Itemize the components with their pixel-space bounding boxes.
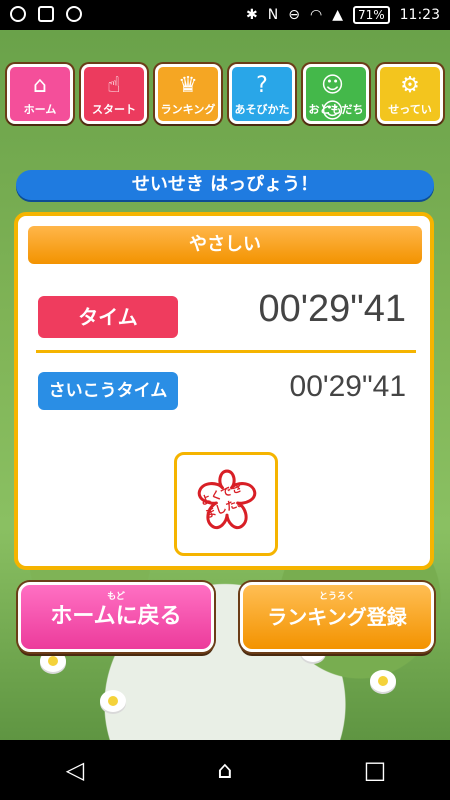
ranking-register-label: ランキング登録 <box>267 605 407 629</box>
menu-start-label: スタート <box>92 103 136 116</box>
menu-howto-button[interactable]: ? あそびかた <box>229 64 295 124</box>
divider <box>36 350 416 353</box>
back-icon[interactable]: ◁ <box>55 750 95 790</box>
ranking-register-ruby: とうろく <box>318 592 355 602</box>
results-panel: やさしい タイム 00'29"41 さいこうタイム 00'29"41 よくできま… <box>14 212 434 570</box>
return-home-button[interactable]: もど ホームに戻る <box>18 582 214 652</box>
time-badge: タイム <box>38 296 178 338</box>
menu-howto-label: あそびかた <box>234 103 290 116</box>
daisy-decoration <box>40 650 66 672</box>
ranking-register-button[interactable]: とうろく ランキング登録 <box>240 582 434 652</box>
bluetooth-icon: ✱ <box>246 7 258 23</box>
home-icon[interactable]: ⌂ <box>205 750 245 790</box>
menu-settings-button[interactable]: ⚙ せってい <box>377 64 443 124</box>
menu-ranking-label: ランキング <box>160 103 216 116</box>
android-nav-bar: ◁ ⌂ □ <box>0 740 450 800</box>
difficulty-label: やさしい <box>28 226 422 264</box>
crown-icon: ♛ <box>178 73 198 98</box>
status-bar: ✱ N ⊖ ◠ ▲ 71% 11:23 <box>0 0 450 30</box>
daisy-decoration <box>370 670 396 692</box>
best-time-badge: さいこうタイム <box>38 372 178 410</box>
question-icon: ? <box>256 73 268 98</box>
game-screen: ⌂ ホーム ☝ スタート ♛ ランキング ? あそびかた ☺☺ おともだち ⚙ … <box>0 30 450 740</box>
wifi-icon: ◠ <box>309 7 323 23</box>
nfc-icon: N <box>267 7 279 23</box>
clock: 11:23 <box>399 7 440 23</box>
daisy-decoration <box>100 690 126 712</box>
return-home-label: ホームに戻る <box>50 604 182 629</box>
menu-friends-button[interactable]: ☺☺ おともだち <box>303 64 369 124</box>
best-time-value: 00'29"41 <box>289 370 406 403</box>
hand-pointer-icon: ☝ <box>107 73 121 98</box>
house-icon: ⌂ <box>33 73 47 98</box>
menu-home-label: ホーム <box>23 103 57 116</box>
time-value: 00'29"41 <box>258 288 406 330</box>
menu-home-button[interactable]: ⌂ ホーム <box>7 64 73 124</box>
shield-icon <box>66 6 82 22</box>
gear-icon: ⚙ <box>400 73 420 98</box>
image-icon <box>38 6 54 22</box>
battery-indicator: 71% <box>352 6 390 24</box>
stamp: よくできました。 <box>174 452 278 556</box>
menu-ranking-button[interactable]: ♛ ランキング <box>155 64 221 124</box>
results-title: せいせき はっぴょう！ <box>16 170 434 200</box>
menu-friends-label: おともだち <box>308 103 364 116</box>
cell-signal-icon: ▲ <box>332 7 343 23</box>
friends-icon: ☺☺ <box>321 73 344 124</box>
menu-start-button[interactable]: ☝ スタート <box>81 64 147 124</box>
return-home-ruby: もど <box>107 592 125 602</box>
signal-icon <box>10 6 26 22</box>
top-menu: ⌂ ホーム ☝ スタート ♛ ランキング ? あそびかた ☺☺ おともだち ⚙ … <box>7 64 443 126</box>
menu-settings-label: せってい <box>388 103 432 116</box>
do-not-disturb-icon: ⊖ <box>288 7 300 23</box>
recents-icon[interactable]: □ <box>355 750 395 790</box>
